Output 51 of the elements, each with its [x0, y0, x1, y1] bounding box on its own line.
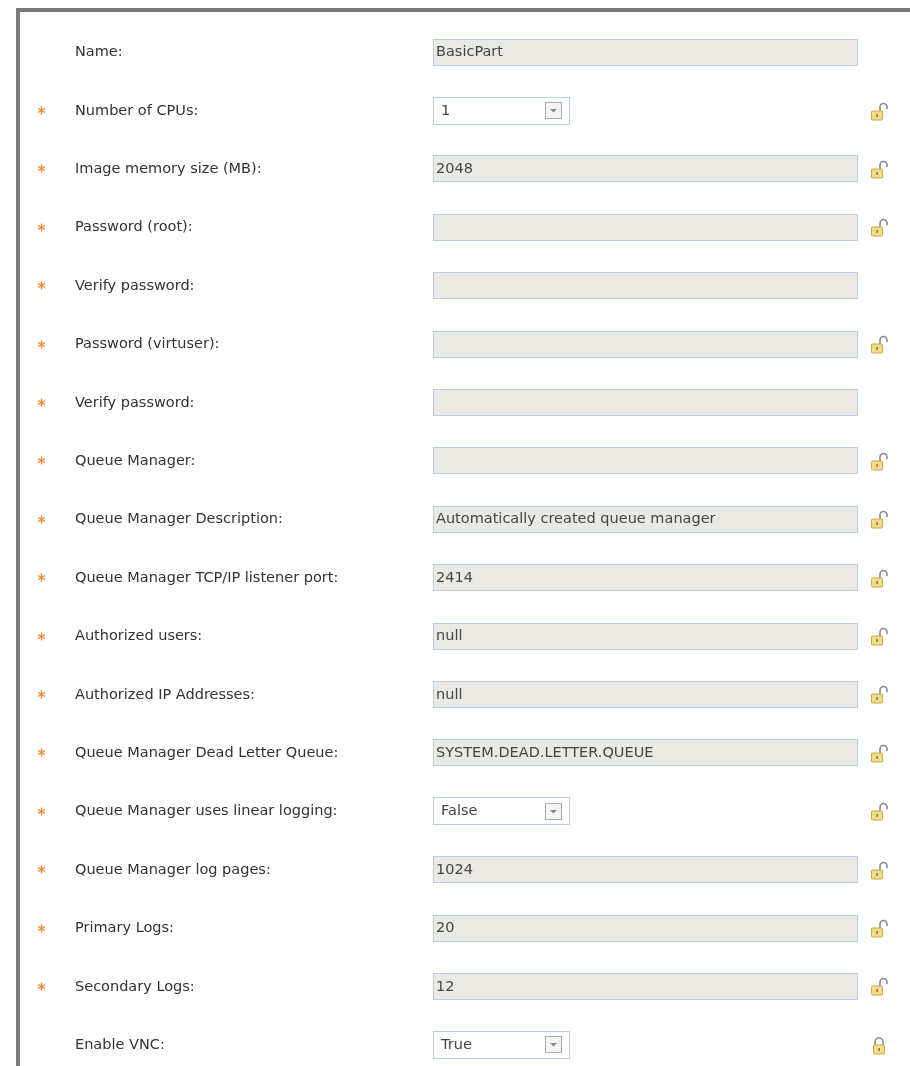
input-field[interactable]: Automatically created queue manager: [433, 505, 858, 533]
input-field[interactable]: [433, 272, 858, 300]
unlocked-padlock-icon[interactable]: [870, 742, 888, 763]
unlocked-padlock-icon[interactable]: [870, 626, 888, 647]
input-field[interactable]: null: [433, 681, 858, 708]
input-field[interactable]: 2414: [433, 564, 858, 592]
field-label: Primary Logs:: [75, 918, 175, 938]
unlocked-padlock-icon[interactable]: [870, 100, 888, 121]
unlocked-padlock-icon[interactable]: [870, 567, 888, 588]
field-label: Password (root):: [75, 217, 194, 237]
field-label: Secondary Logs:: [75, 976, 196, 996]
unlocked-padlock-icon[interactable]: [870, 976, 888, 997]
input-field[interactable]: [433, 330, 858, 358]
input-field[interactable]: 12: [433, 972, 858, 1000]
padlock-icon[interactable]: [870, 1034, 888, 1055]
input-field[interactable]: null: [433, 622, 858, 650]
input-field[interactable]: 20: [433, 914, 858, 942]
field-label: Name:: [75, 42, 124, 62]
input-field[interactable]: 1024: [433, 856, 858, 884]
unlocked-padlock-icon[interactable]: [870, 801, 888, 822]
unlocked-padlock-icon[interactable]: [870, 918, 888, 939]
dropdown[interactable]: False: [433, 797, 570, 826]
input-field[interactable]: SYSTEM.DEAD.LETTER.QUEUE: [433, 739, 858, 767]
field-label: Queue Manager Description:: [75, 509, 284, 529]
unlocked-padlock-icon[interactable]: [870, 684, 888, 705]
field-label: Verify password:: [75, 275, 196, 295]
field-label: Authorized users:: [75, 626, 204, 646]
field-label: Queue Manager Dead Letter Queue:: [75, 743, 340, 762]
input-field[interactable]: BasicPart: [433, 38, 858, 66]
input-field[interactable]: 2048: [433, 155, 858, 183]
field-label: Password (virtuser):: [75, 334, 221, 354]
unlocked-padlock-icon[interactable]: [870, 217, 888, 238]
input-field[interactable]: [433, 389, 858, 417]
field-label: Queue Manager TCP/IP listener port:: [75, 567, 340, 587]
field-label: Enable VNC:: [75, 1034, 166, 1054]
unlocked-padlock-icon[interactable]: [870, 158, 888, 179]
dropdown[interactable]: 1: [433, 96, 570, 125]
field-label: Queue Manager uses linear logging:: [75, 801, 339, 821]
unlocked-padlock-icon[interactable]: [870, 859, 888, 880]
input-field[interactable]: [433, 447, 858, 475]
field-label: Queue Manager log pages:: [75, 859, 272, 879]
field-label: Queue Manager:: [75, 451, 197, 471]
unlocked-padlock-icon[interactable]: [870, 450, 888, 471]
field-label: Image memory size (MB):: [75, 159, 263, 179]
unlocked-padlock-icon[interactable]: [870, 334, 888, 355]
input-field[interactable]: [433, 213, 858, 241]
field-label: Authorized IP Addresses:: [75, 684, 256, 704]
unlocked-padlock-icon[interactable]: [870, 509, 888, 530]
dropdown[interactable]: True: [433, 1030, 570, 1059]
field-label: Number of CPUs:: [75, 100, 200, 120]
field-label: Verify password:: [75, 392, 196, 412]
